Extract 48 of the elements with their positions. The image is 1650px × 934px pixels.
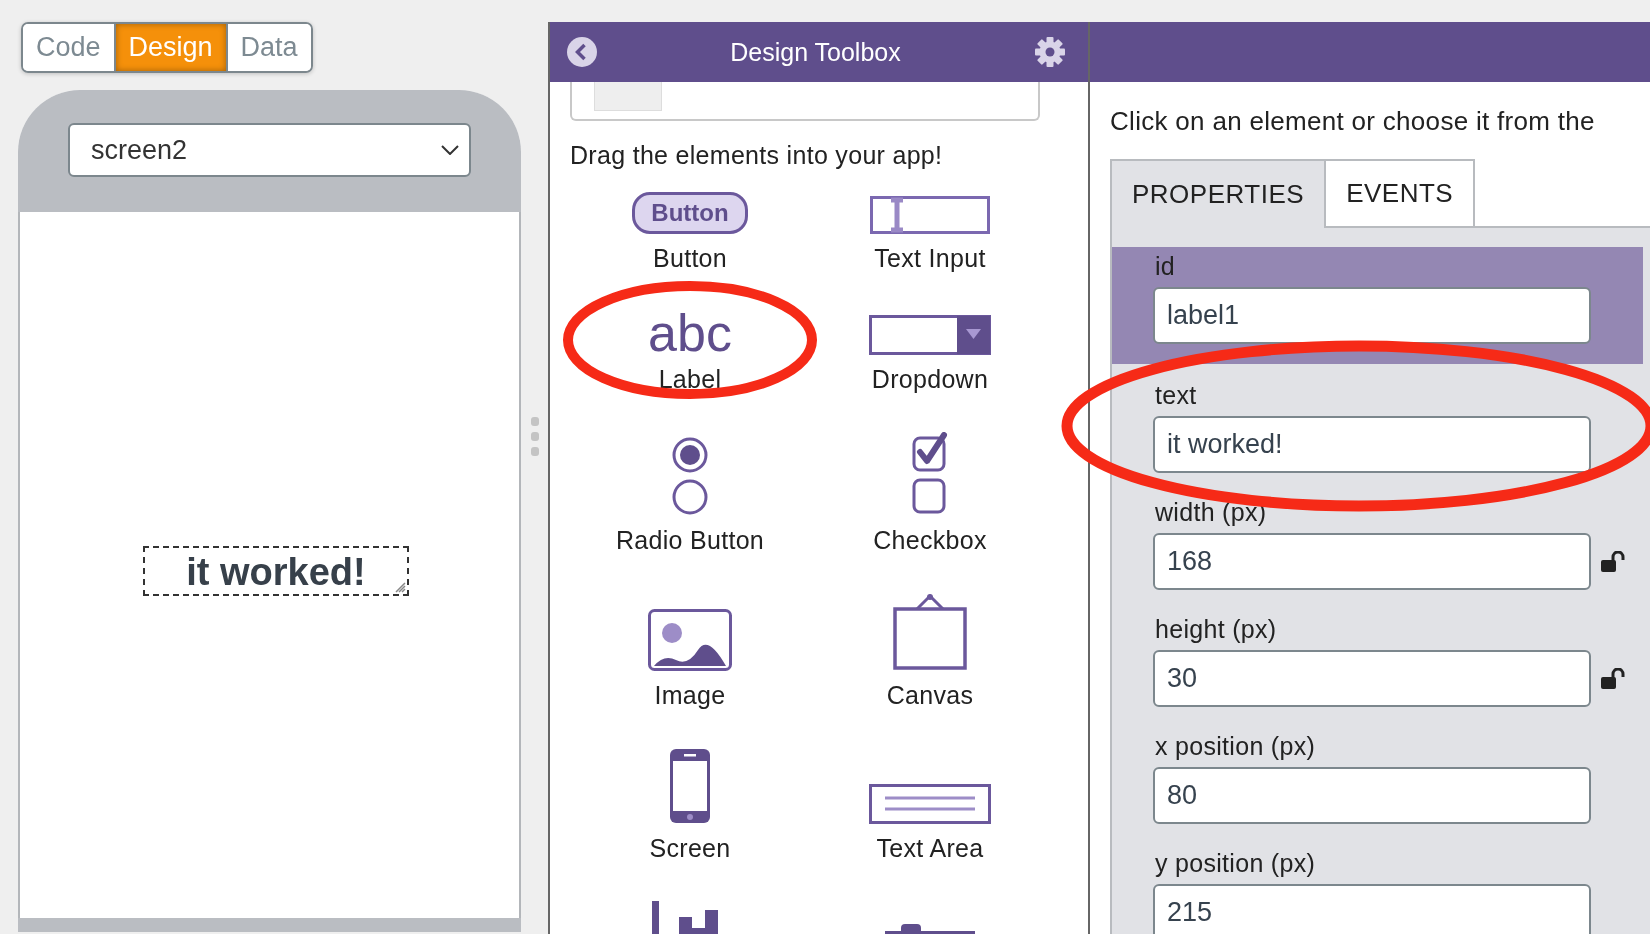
- canvas-label[interactable]: it worked!: [143, 546, 409, 596]
- screen-dropdown[interactable]: screen2: [68, 123, 471, 177]
- property-label: text: [1155, 381, 1198, 410]
- properties-tab[interactable]: PROPERTIES: [1110, 159, 1327, 228]
- toolbox-item[interactable]: Screen: [649, 748, 731, 863]
- mode-tab[interactable]: Data: [225, 24, 311, 71]
- unlocked-padlock-icon[interactable]: [1601, 550, 1625, 573]
- property-input[interactable]: 215: [1153, 884, 1591, 934]
- property-label: height (px): [1155, 615, 1278, 644]
- image-icon: [648, 609, 732, 671]
- unlocked-padlock-icon[interactable]: [1601, 667, 1625, 690]
- property-label: id: [1155, 252, 1177, 281]
- radio-buttons-icon: [671, 436, 709, 516]
- back-icon[interactable]: [567, 37, 597, 67]
- toolbox-item[interactable]: Text Area: [869, 784, 991, 863]
- toolbox-item[interactable]: Radio Button: [615, 436, 765, 555]
- property-label: y position (px): [1155, 849, 1317, 878]
- toolbox-item[interactable]: Checkbox: [873, 432, 987, 555]
- theme-swatch: [594, 82, 662, 111]
- toolbox-item[interactable]: Text Input: [870, 196, 990, 273]
- properties-tab[interactable]: EVENTS: [1326, 159, 1476, 228]
- toolbox-instructions: Drag the elements into your app!: [570, 141, 944, 170]
- text-area-icon: [869, 784, 991, 824]
- splitter-handle-icon[interactable]: [529, 417, 540, 457]
- chevron-down-icon: [441, 145, 459, 155]
- phone-icon: [669, 748, 711, 824]
- property-input[interactable]: 30: [1153, 650, 1591, 707]
- toolbox-item[interactable]: Button Button: [632, 192, 748, 273]
- property-input[interactable]: 168: [1153, 533, 1591, 590]
- checkboxes-icon: [910, 432, 950, 516]
- settings-icon[interactable]: [1034, 36, 1066, 68]
- text-input-icon: [870, 196, 990, 234]
- toolbox-title: Design Toolbox: [730, 37, 901, 67]
- canvas-icon: [892, 593, 968, 671]
- property-input[interactable]: label1: [1153, 287, 1591, 344]
- properties-hint: Click on an element or choose it from the: [1110, 106, 1596, 137]
- dropdown-icon: [869, 315, 991, 355]
- property-label: x position (px): [1155, 732, 1317, 761]
- mode-tab[interactable]: Code: [23, 24, 114, 71]
- resize-handle-icon[interactable]: [394, 581, 406, 593]
- property-input[interactable]: 80: [1153, 767, 1591, 824]
- property-input[interactable]: it worked!: [1153, 416, 1591, 473]
- toolbox-item[interactable]: Image: [648, 609, 732, 710]
- label-preview: abc: [648, 311, 732, 355]
- button-preview: Button: [632, 192, 748, 234]
- toolbox-item[interactable]: Dropdown: [869, 315, 991, 394]
- toolbox-item[interactable]: Canvas: [886, 593, 974, 710]
- property-label: width (px): [1155, 498, 1268, 527]
